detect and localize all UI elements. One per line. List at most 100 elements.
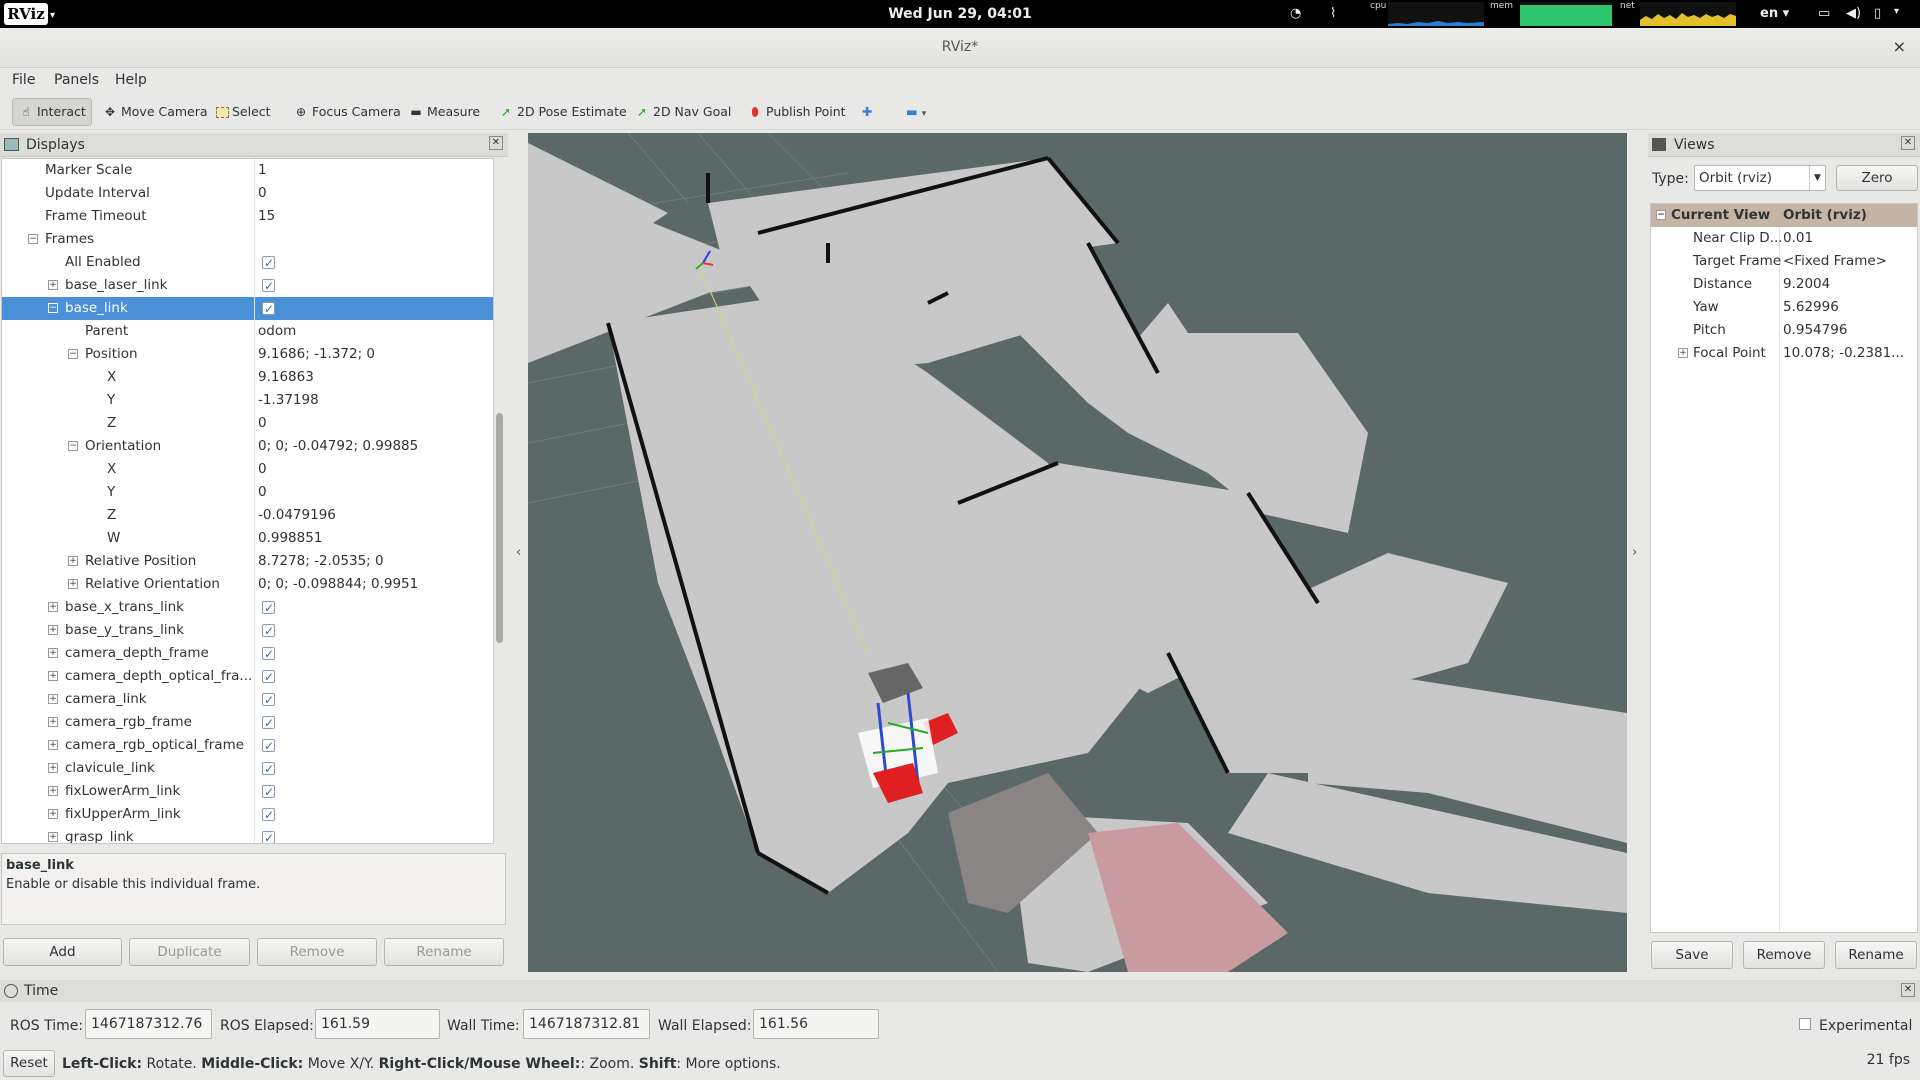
property-value[interactable]: odom — [258, 320, 296, 343]
measure-tool-button[interactable]: ▬ Measure — [402, 98, 486, 126]
tree-row[interactable]: + camera_rgb_frame — [2, 711, 493, 735]
ros-time-field[interactable]: 1467187312.76 — [85, 1009, 212, 1039]
pose-estimate-tool-button[interactable]: ➚ 2D Pose Estimate — [492, 98, 633, 126]
tree-row[interactable]: + camera_depth_frame — [2, 642, 493, 666]
wall-elapsed-field[interactable]: 161.56 — [753, 1009, 879, 1039]
tree-row[interactable]: + Relative Position 8.7278; -2.0535; 0 — [2, 550, 493, 573]
menu-help[interactable]: Help — [115, 72, 147, 88]
remove-button[interactable]: Remove — [257, 938, 377, 966]
enabled-checkbox[interactable] — [262, 666, 275, 689]
view-property-row[interactable]: Near Clip D... 0.01 — [1651, 227, 1917, 250]
enabled-checkbox[interactable] — [262, 643, 275, 666]
select-tool-button[interactable]: Select — [210, 98, 277, 126]
tree-row[interactable]: + clavicule_link — [2, 757, 493, 781]
wall-time-field[interactable]: 1467187312.81 — [523, 1009, 650, 1039]
enabled-checkbox[interactable] — [262, 620, 275, 643]
network-tray-icon[interactable]: ◔ — [1290, 6, 1301, 21]
close-icon[interactable]: × — [1893, 37, 1906, 56]
expand-icon[interactable]: + — [48, 717, 58, 727]
menu-panels[interactable]: Panels — [54, 72, 99, 88]
menu-file[interactable]: File — [12, 72, 35, 88]
tree-row[interactable]: − Frames — [2, 228, 493, 251]
tree-row[interactable]: All Enabled — [2, 251, 493, 275]
property-value[interactable]: -1.37198 — [258, 389, 319, 412]
enabled-checkbox[interactable] — [262, 275, 275, 298]
property-value[interactable]: 0; 0; -0.098844; 0.9951 — [258, 573, 418, 596]
property-value[interactable]: 9.1686; -1.372; 0 — [258, 343, 375, 366]
experimental-checkbox[interactable] — [1799, 1018, 1811, 1030]
view-property-row[interactable]: − Current View Orbit (rviz) — [1651, 204, 1917, 227]
tree-row[interactable]: Z -0.0479196 — [2, 504, 493, 527]
save-view-button[interactable]: Save — [1651, 941, 1733, 969]
property-value[interactable]: 0 — [258, 481, 267, 504]
render-3d-view[interactable] — [528, 133, 1627, 972]
view-property-value[interactable]: Orbit (rviz) — [1783, 204, 1867, 227]
tree-row[interactable]: W 0.998851 — [2, 527, 493, 550]
expand-icon[interactable]: + — [48, 763, 58, 773]
remove-view-button[interactable]: Remove — [1743, 941, 1825, 969]
property-value[interactable]: 0.998851 — [258, 527, 322, 550]
tree-row[interactable]: Update Interval 0 — [2, 182, 493, 205]
ros-elapsed-field[interactable]: 161.59 — [315, 1009, 440, 1039]
duplicate-button[interactable]: Duplicate — [129, 938, 250, 966]
expand-icon[interactable]: + — [48, 648, 58, 658]
scrollbar-thumb[interactable] — [496, 413, 503, 643]
property-value[interactable]: 0 — [258, 458, 267, 481]
add-tool-icon[interactable]: ✚ — [856, 98, 878, 126]
enabled-checkbox[interactable] — [262, 827, 275, 843]
close-icon[interactable]: ✕ — [1901, 136, 1915, 150]
zero-button[interactable]: Zero — [1836, 165, 1918, 191]
tree-row[interactable]: + camera_depth_optical_fra... — [2, 665, 493, 689]
chevron-down-icon[interactable]: ▾ — [1894, 6, 1899, 17]
property-value[interactable]: 0 — [258, 412, 267, 435]
collapse-icon[interactable]: − — [28, 234, 38, 244]
expand-icon[interactable]: + — [48, 280, 58, 290]
expand-icon[interactable]: + — [48, 694, 58, 704]
displays-tree[interactable]: Marker Scale 1 Update Interval 0 Frame Timeo… — [1, 158, 494, 844]
rename-view-button[interactable]: Rename — [1835, 941, 1917, 969]
view-property-row[interactable]: Distance 9.2004 — [1651, 273, 1917, 296]
display-tray-icon[interactable]: ▭ — [1818, 6, 1830, 21]
view-property-row[interactable]: Pitch 0.954796 — [1651, 319, 1917, 342]
focus-camera-tool-button[interactable]: ⊕ Focus Camera — [287, 98, 407, 126]
enabled-checkbox[interactable] — [262, 712, 275, 735]
expand-icon[interactable]: + — [48, 832, 58, 842]
volume-icon[interactable]: ◀) — [1846, 6, 1861, 21]
expand-icon[interactable]: + — [68, 579, 78, 589]
battery-icon[interactable]: ▯ — [1874, 6, 1881, 21]
collapse-right-icon[interactable]: › — [1632, 545, 1637, 560]
tree-row[interactable]: Marker Scale 1 — [2, 159, 493, 182]
tree-row[interactable]: − Position 9.1686; -1.372; 0 — [2, 343, 493, 366]
expand-icon[interactable]: + — [48, 625, 58, 635]
reset-button[interactable]: Reset — [3, 1050, 55, 1077]
move-camera-tool-button[interactable]: ✥ Move Camera — [96, 98, 214, 126]
expand-icon[interactable]: + — [48, 809, 58, 819]
collapse-left-icon[interactable]: ‹ — [516, 545, 521, 560]
tree-row[interactable]: Y0 — [2, 481, 493, 504]
tree-row[interactable]: + Relative Orientation 0; 0; -0.098844; 0.… — [2, 573, 493, 596]
enabled-checkbox[interactable] — [262, 597, 275, 620]
enabled-checkbox[interactable] — [262, 781, 275, 804]
tree-row[interactable]: − base_link — [2, 297, 493, 321]
property-value[interactable]: 15 — [258, 205, 275, 228]
property-value[interactable]: 9.16863 — [258, 366, 314, 389]
remove-tool-icon[interactable]: ▬ ▾ — [900, 98, 932, 126]
tree-row[interactable]: + base_y_trans_link — [2, 619, 493, 643]
expand-icon[interactable]: + — [48, 786, 58, 796]
view-property-value[interactable]: 5.62996 — [1783, 296, 1839, 319]
enabled-checkbox[interactable] — [262, 689, 275, 712]
interact-tool-button[interactable]: ☝ Interact — [12, 98, 92, 126]
enabled-checkbox[interactable] — [262, 804, 275, 827]
tree-row[interactable]: + fixLowerArm_link — [2, 780, 493, 804]
property-value[interactable]: 1 — [258, 159, 267, 182]
expand-icon[interactable]: + — [48, 602, 58, 612]
wireless-tray-icon[interactable]: ⌇ — [1330, 6, 1336, 21]
tree-row[interactable]: + camera_rgb_optical_frame — [2, 734, 493, 758]
expand-icon[interactable]: + — [68, 556, 78, 566]
enabled-checkbox[interactable] — [262, 298, 275, 321]
property-value[interactable]: 0; 0; -0.04792; 0.99885 — [258, 435, 418, 458]
tree-row[interactable]: − Orientation 0; 0; -0.04792; 0.99885 — [2, 435, 493, 458]
property-value[interactable]: -0.0479196 — [258, 504, 336, 527]
close-icon[interactable]: ✕ — [1901, 983, 1915, 997]
view-property-value[interactable]: 0.01 — [1783, 227, 1813, 250]
